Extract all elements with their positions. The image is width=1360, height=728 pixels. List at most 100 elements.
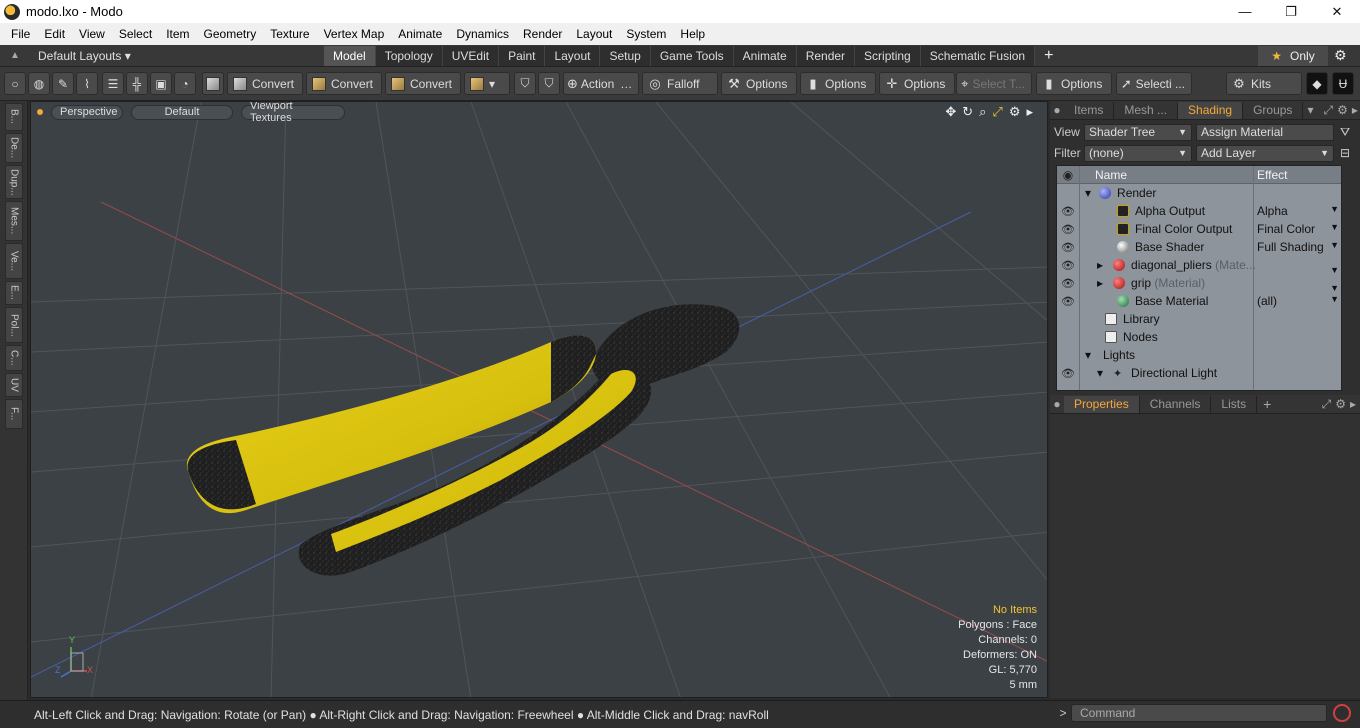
options-button-4[interactable]: ▮ Options xyxy=(1036,72,1112,95)
filter-dropdown[interactable]: (none) ▼ xyxy=(1084,144,1192,162)
default-layouts-dropdown[interactable]: Default Layouts ▾ xyxy=(30,49,230,63)
select-center-button[interactable]: ▣ xyxy=(150,72,172,95)
menu-select[interactable]: Select xyxy=(112,27,159,41)
tab-lists[interactable]: Lists xyxy=(1211,395,1258,413)
tree-row-base-material[interactable]: 👁 Base Material (all) ▼ xyxy=(1057,292,1341,310)
panel-expand-icon[interactable]: ⤢ xyxy=(1322,397,1332,412)
maximize-button[interactable]: ❐ xyxy=(1268,0,1314,23)
unreal-button[interactable]: Ʉ xyxy=(1332,72,1354,95)
shaded-button[interactable] xyxy=(202,72,224,95)
assign-material-button[interactable]: Assign Material xyxy=(1196,123,1334,141)
tab-paint[interactable]: Paint xyxy=(499,46,546,66)
eye-icon[interactable]: 👁 xyxy=(1057,295,1079,308)
falloff-button[interactable]: ◎ Falloff xyxy=(642,72,718,95)
convert-button-1[interactable]: Convert xyxy=(227,72,303,95)
panel-arrow-icon[interactable]: ▸ xyxy=(1352,103,1358,117)
minimize-button[interactable]: — xyxy=(1222,0,1268,23)
pliers-model[interactable] xyxy=(186,304,740,576)
eye-icon[interactable]: 👁 xyxy=(1057,367,1079,380)
collapse-list-icon[interactable]: ⊟ xyxy=(1340,146,1350,160)
select-polygons-button[interactable]: ✎ xyxy=(52,72,74,95)
expand-arrow-icon[interactable]: ▾ xyxy=(1097,366,1103,380)
view-type-dropdown[interactable]: Perspective xyxy=(51,104,123,120)
tab-game-tools[interactable]: Game Tools xyxy=(650,46,734,66)
tab-channels[interactable]: Channels xyxy=(1140,395,1212,413)
select-edges-button[interactable]: ◍ xyxy=(28,72,50,95)
options-button-1[interactable]: ⚒ Options xyxy=(721,72,797,95)
strip-tab-edge[interactable]: E... xyxy=(5,281,23,305)
tab-layout[interactable]: Layout xyxy=(545,46,601,66)
select-materials-button[interactable]: ☰ xyxy=(102,72,124,95)
tab-scripting[interactable]: Scripting xyxy=(855,46,921,66)
eye-icon[interactable]: 👁 xyxy=(1057,223,1079,236)
add-tab-button[interactable]: + xyxy=(1263,396,1271,412)
tab-schematic-fusion[interactable]: Schematic Fusion xyxy=(920,46,1036,66)
action-center-button[interactable]: ⊕ Action… xyxy=(563,72,639,95)
strip-tab-mesh-edit[interactable]: Mes... xyxy=(5,201,23,241)
viewport-textures-dropdown[interactable]: Viewport Textures xyxy=(241,102,345,124)
panel-settings-icon[interactable]: ⚙ xyxy=(1337,103,1348,117)
kits-button[interactable]: ⚙ Kits xyxy=(1226,72,1302,95)
pan-icon[interactable]: ✥ xyxy=(945,104,956,120)
tree-row-final-color-output[interactable]: 👁 Final Color Output Final Color ▼ xyxy=(1057,220,1341,238)
menu-render[interactable]: Render xyxy=(516,27,569,41)
zoom-icon[interactable]: ⌕ xyxy=(979,104,986,120)
rotate-icon[interactable]: ↻ xyxy=(962,104,973,120)
tabs-overflow-icon[interactable]: ▾ xyxy=(1307,103,1313,117)
eye-icon[interactable]: 👁 xyxy=(1057,241,1079,254)
tree-row-grip[interactable]: 👁 ▸ grip (Material) ▼ xyxy=(1057,274,1341,293)
select-edge-loop-button[interactable]: ◔ xyxy=(174,72,196,95)
tree-row-nodes[interactable]: Nodes xyxy=(1057,328,1341,346)
expand-arrow-icon[interactable]: ▾ xyxy=(1085,348,1091,362)
command-input[interactable]: Command xyxy=(1071,704,1327,722)
tab-render[interactable]: Render xyxy=(796,46,856,66)
work-plane-button[interactable]: ▾ xyxy=(464,72,510,95)
menu-file[interactable]: File xyxy=(4,27,37,41)
viewport-arrow-icon[interactable]: ▸ xyxy=(1026,104,1033,120)
unity-button[interactable]: ◆ xyxy=(1306,72,1328,95)
filter-funnel-icon[interactable]: ⛛ xyxy=(1340,125,1350,140)
selection-sets-button[interactable]: ➚ Selecti ... xyxy=(1116,72,1192,95)
menu-item[interactable]: Item xyxy=(159,27,196,41)
panel-expand-icon[interactable]: ⤢ xyxy=(1323,103,1333,118)
effect-dropdown[interactable]: Alpha ▼ xyxy=(1255,204,1343,218)
tree-row-base-shader[interactable]: 👁 Base Shader Full Shading ▼ xyxy=(1057,238,1341,256)
effect-dropdown[interactable]: Final Color ▼ xyxy=(1255,222,1343,236)
effect-dropdown[interactable]: (all) ▼ xyxy=(1255,294,1343,308)
options-button-3[interactable]: ✛ Options xyxy=(879,72,955,95)
select-items-button[interactable]: ⌇ xyxy=(76,72,98,95)
eye-icon[interactable]: 👁 xyxy=(1057,259,1079,272)
shading-style-dropdown[interactable]: Default xyxy=(131,104,233,120)
strip-tab-deform[interactable]: De... xyxy=(5,133,23,163)
close-button[interactable]: ✕ xyxy=(1314,0,1360,23)
expand-arrow-icon[interactable]: ▾ xyxy=(1085,186,1091,200)
tab-animate[interactable]: Animate xyxy=(733,46,797,66)
select-through-button[interactable]: ⌖ Select T... xyxy=(956,72,1032,95)
options-button-2[interactable]: ▮ Options xyxy=(800,72,876,95)
convert-button-2[interactable]: Convert xyxy=(306,72,382,95)
tab-setup[interactable]: Setup xyxy=(600,46,651,66)
symmetry-button[interactable]: ⛉ xyxy=(514,72,536,95)
tab-topology[interactable]: Topology xyxy=(375,46,443,66)
tree-row-alpha-output[interactable]: 👁 Alpha Output Alpha ▼ xyxy=(1057,202,1341,220)
view-dropdown[interactable]: Shader Tree ▼ xyxy=(1084,123,1192,141)
panel-dot-icon[interactable]: ● xyxy=(1050,103,1064,117)
tree-row-diagonal-pliers[interactable]: 👁 ▸ diagonal_pliers (Mate... ▼ xyxy=(1057,256,1341,275)
panel-settings-icon[interactable]: ⚙ xyxy=(1335,397,1346,411)
tree-row-lights[interactable]: ▾ Lights xyxy=(1057,346,1341,364)
menu-view[interactable]: View xyxy=(72,27,112,41)
eye-icon[interactable]: 👁 xyxy=(1057,277,1079,290)
eye-icon[interactable]: 👁 xyxy=(1057,205,1079,218)
tab-model[interactable]: Model xyxy=(324,46,376,66)
layout-collapse-icon[interactable]: ▲ xyxy=(0,50,30,61)
strip-tab-vertex[interactable]: Ve... xyxy=(5,243,23,279)
add-layer-dropdown[interactable]: Add Layer ▼ xyxy=(1196,144,1334,162)
menu-dynamics[interactable]: Dynamics xyxy=(449,27,516,41)
expand-arrow-icon[interactable]: ▸ xyxy=(1097,258,1103,272)
panel-dot-icon[interactable]: ● xyxy=(1050,397,1064,411)
menu-vertex-map[interactable]: Vertex Map xyxy=(317,27,392,41)
tree-row-library[interactable]: Library xyxy=(1057,310,1341,328)
only-toggle[interactable]: ★ Only xyxy=(1258,46,1328,66)
select-vertices-button[interactable]: ○ xyxy=(4,72,26,95)
menu-edit[interactable]: Edit xyxy=(37,27,72,41)
